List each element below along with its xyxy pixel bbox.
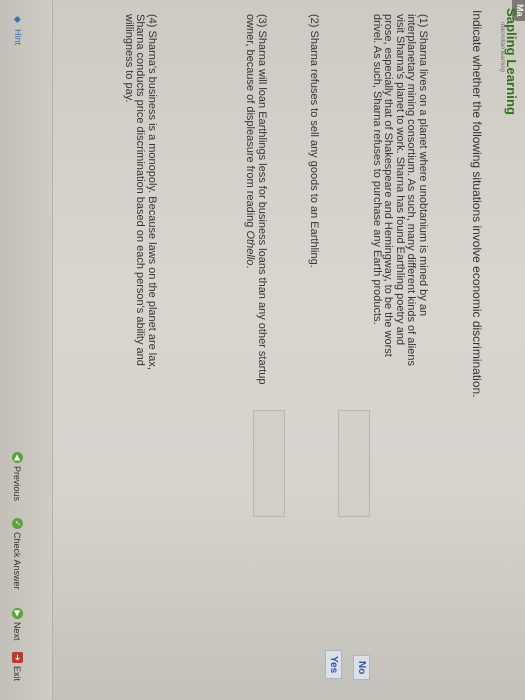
exit-label: Exit [12, 666, 23, 682]
scenario-4: (4) Sharna's business is a monopoly. Bec… [123, 14, 158, 370]
exit-button[interactable]: ➜ Exit [12, 652, 23, 681]
footer-bar: ◆ Hint ◀ Previous ✓ Check Answer ▶ Next ➜ Exi… [0, 0, 53, 700]
scenario-3-end: . [244, 265, 257, 269]
hint-link[interactable]: ◆ Hint [13, 16, 23, 45]
scenario-3-text: (3) Sharna will loan Earthlings less for… [244, 14, 269, 385]
scenario-1: (1) Sharna lives on a planet where unobt… [371, 14, 429, 366]
next-label: Next [12, 622, 23, 641]
brand-logo: Sapling Learning macmillan learning [499, 8, 519, 115]
answer-drop-zone-1[interactable] [338, 410, 370, 517]
arrow-right-icon: ▶ [12, 608, 23, 619]
answer-drop-zone-2[interactable] [253, 410, 285, 517]
previous-button[interactable]: ◀ Previous [12, 452, 23, 501]
lightbulb-icon: ◆ [13, 16, 23, 23]
check-answer-label: Check Answer [12, 532, 23, 590]
rotated-page: Ma Sapling Learning macmillan learning I… [0, 0, 525, 700]
check-icon: ✓ [12, 518, 23, 529]
check-answer-button[interactable]: ✓ Check Answer [12, 518, 23, 590]
choice-no-tile[interactable]: No [353, 655, 370, 681]
scenario-3-title: Othello [244, 230, 257, 266]
next-button[interactable]: ▶ Next [12, 608, 23, 641]
question-instruction: Indicate whether the following situation… [470, 10, 484, 398]
scenario-2: (2) Sharna refuses to sell any goods to … [308, 14, 320, 268]
previous-label: Previous [12, 466, 23, 502]
hint-label: Hint [13, 29, 23, 46]
choice-yes-tile[interactable]: Yes [325, 650, 342, 680]
arrow-left-icon: ◀ [12, 452, 23, 463]
brand-name: Sapling Learning [504, 8, 519, 116]
exit-icon: ➜ [12, 652, 23, 663]
scenario-3: (3) Sharna will loan Earthlings less for… [244, 14, 269, 394]
